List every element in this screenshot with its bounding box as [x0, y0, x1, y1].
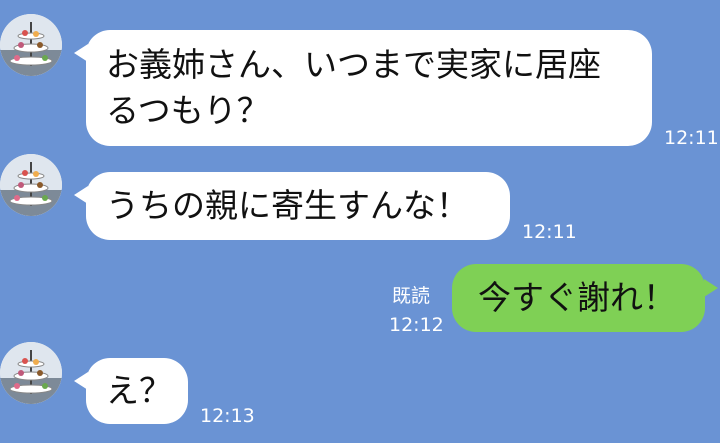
message-timestamp: 12:13: [200, 405, 255, 427]
avatar[interactable]: [0, 154, 62, 216]
message-timestamp: 12:11: [522, 221, 577, 243]
read-receipt: 既読: [392, 285, 431, 307]
afternoon-tea-avatar-icon: [0, 154, 62, 216]
incoming-message-bubble[interactable]: うちの親に寄生すんな！: [86, 172, 510, 240]
avatar[interactable]: [0, 342, 62, 404]
message-timestamp: 12:11: [664, 127, 719, 149]
avatar[interactable]: [0, 14, 62, 76]
bubble-tail: [704, 279, 718, 297]
message-text: うちの親に寄生すんな！: [106, 186, 469, 225]
afternoon-tea-avatar-icon: [0, 342, 62, 404]
message-text: お義姉さん、いつまで実家に居座るつもり？: [106, 45, 601, 130]
message-timestamp: 12:12: [389, 314, 444, 336]
outgoing-message-bubble[interactable]: 今すぐ謝れ！: [452, 264, 705, 332]
message-text: 今すぐ謝れ！: [478, 278, 676, 317]
incoming-message-bubble[interactable]: え？: [86, 358, 188, 424]
message-text: え？: [106, 371, 172, 410]
incoming-message-bubble[interactable]: お義姉さん、いつまで実家に居座るつもり？: [86, 30, 652, 146]
afternoon-tea-avatar-icon: [0, 14, 62, 76]
